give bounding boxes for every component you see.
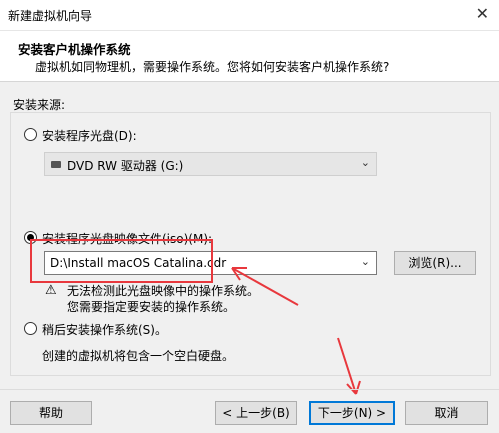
next-button[interactable]: 下一步(N) >	[309, 401, 395, 425]
back-button[interactable]: < 上一步(B)	[215, 401, 297, 425]
help-button[interactable]: 帮助	[10, 401, 92, 425]
cancel-button[interactable]: 取消	[405, 401, 488, 425]
annotation-arrows	[231, 267, 361, 395]
annotation-arrow-1	[231, 267, 299, 306]
annotation-arrowhead-1	[231, 267, 247, 281]
annotation-arrow-2	[337, 337, 357, 395]
footer-divider	[0, 389, 499, 390]
